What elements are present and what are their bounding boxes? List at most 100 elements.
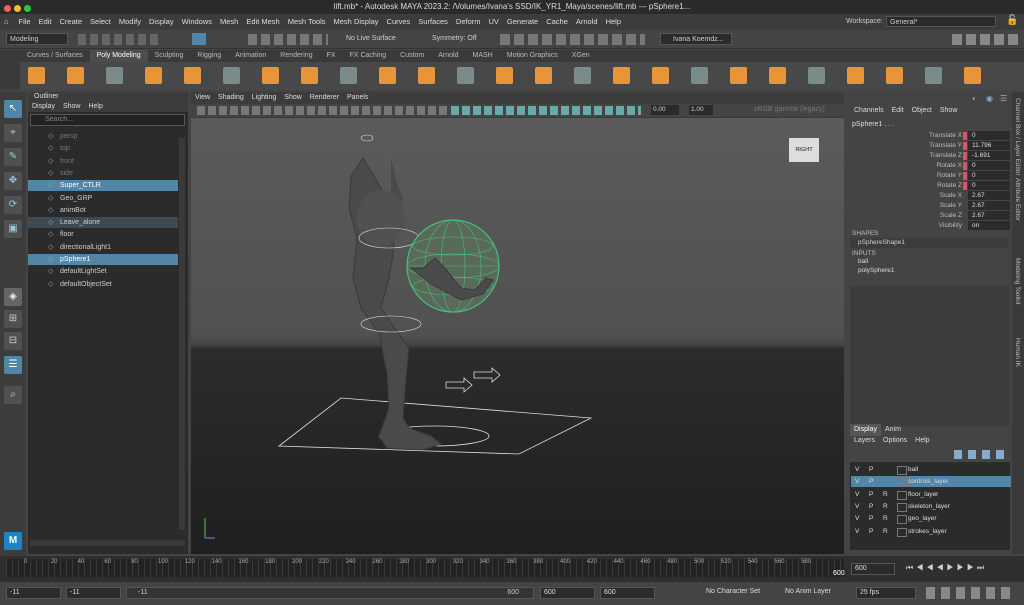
planar-map-icon[interactable] — [964, 67, 981, 84]
shelf-tab-rigging[interactable]: Rigging — [190, 50, 228, 62]
menu-windows[interactable]: Windows — [178, 14, 216, 30]
outliner-item[interactable]: ◇ top — [28, 143, 178, 154]
menuset-dropdown[interactable]: Modeling — [6, 33, 68, 45]
viewport-menu-panels[interactable]: Panels — [343, 92, 372, 104]
outliner-search-input[interactable]: Search... — [30, 114, 185, 126]
lasso-tool-icon[interactable]: ⌖ — [4, 124, 22, 142]
sphere-icon[interactable] — [28, 67, 45, 84]
scene-start-field[interactable]: -11 — [6, 587, 61, 599]
outliner-item[interactable]: ◇ side — [28, 168, 178, 179]
shelf-tab-motion-graphics[interactable]: Motion Graphics — [500, 50, 565, 62]
move-tool-icon[interactable]: ✥ — [4, 172, 22, 190]
two-view-layout-icon[interactable]: ⊟ — [4, 332, 22, 350]
outliner-item[interactable]: ◇ directionalLight1 — [28, 242, 178, 253]
channel-attribute-value[interactable]: 0 — [968, 181, 1010, 190]
maya-logo-icon[interactable]: M — [4, 532, 22, 550]
viewport-3d[interactable]: RIGHT — [191, 118, 844, 554]
layer-r-toggle[interactable]: R — [883, 501, 888, 512]
viewport-menu-shading[interactable]: Shading — [214, 92, 248, 104]
workspace-dropdown[interactable]: General* — [886, 16, 996, 27]
layer-color-swatch[interactable] — [897, 478, 907, 488]
file-tools-icons[interactable] — [78, 34, 158, 45]
side-tab[interactable]: Modeling Toolkit — [1014, 258, 1021, 305]
side-tab[interactable]: Channel Box / Layer Editor — [1014, 98, 1021, 176]
user-account-dropdown[interactable]: Ivana Koemdz... — [660, 33, 732, 45]
fps-dropdown[interactable]: 25 fps — [856, 587, 916, 599]
layer-p-toggle[interactable]: P — [869, 513, 873, 524]
layer-p-toggle[interactable]: P — [869, 476, 873, 487]
sphere-type-icon[interactable] — [379, 67, 396, 84]
layer-v-toggle[interactable]: V — [855, 526, 859, 537]
shelf-tab-xgen[interactable]: XGen — [565, 50, 597, 62]
shelf-tab-animation[interactable]: Animation — [228, 50, 273, 62]
shelf-tab-curves-surfaces[interactable]: Curves / Surfaces — [20, 50, 90, 62]
channel-attribute-value[interactable]: 2.67 — [968, 191, 1010, 200]
live-surface-field[interactable]: No Live Surface — [346, 33, 396, 45]
layer-r-toggle[interactable]: R — [883, 513, 888, 524]
outliner-item[interactable]: ◇ floor — [28, 229, 178, 240]
shelf-tab-poly-modeling[interactable]: Poly Modeling — [89, 50, 148, 62]
channel-attribute-value[interactable]: -1.691 — [968, 151, 1010, 160]
outliner-scrollbar[interactable] — [179, 138, 185, 530]
outliner-item[interactable]: ◇ defaultLightSet — [28, 266, 178, 277]
range-slider[interactable]: -11 600 — [126, 587, 534, 599]
paint-select-icon[interactable]: ✎ — [4, 148, 22, 166]
single-view-layout-icon[interactable]: ◈ — [4, 288, 22, 306]
shelf-tab-arnold[interactable]: Arnold — [431, 50, 465, 62]
menu-cache[interactable]: Cache — [542, 14, 572, 30]
colorspace-label[interactable]: sRGB gamma (legacy) — [754, 104, 825, 116]
cube-icon[interactable] — [67, 67, 84, 84]
snap-icons[interactable] — [248, 34, 328, 45]
search-icon[interactable]: ⌕ — [4, 386, 22, 404]
outliner-item[interactable]: ◇ persp — [28, 131, 178, 142]
mirror-icon[interactable] — [847, 67, 864, 84]
platonic-icon[interactable] — [301, 67, 318, 84]
outliner-menu-show[interactable]: Show — [59, 102, 85, 112]
channel-attribute-row[interactable]: Scale X 2.67 — [846, 191, 1012, 201]
layer-row[interactable]: V P Rgeo_layer — [851, 513, 1011, 525]
channel-box-menu-channels[interactable]: Channels — [850, 106, 888, 116]
layer-menu-layers[interactable]: Layers — [850, 436, 879, 446]
outliner-item[interactable]: ◇ front — [28, 156, 178, 167]
menu-mesh-display[interactable]: Mesh Display — [330, 14, 383, 30]
layer-menu-help[interactable]: Help — [911, 436, 933, 446]
time-slider[interactable]: 600 600 ⏮◀◀◀▶▶▶⏭ 0 20 40 60 80 100 120 140 160 18… — [0, 556, 1024, 582]
menu-generate[interactable]: Generate — [503, 14, 542, 30]
layer-row[interactable]: V Pcontrols_layer — [851, 476, 1011, 488]
anim-start-field[interactable]: -11 — [66, 587, 121, 599]
layer-p-toggle[interactable]: P — [869, 489, 873, 500]
text-icon[interactable] — [418, 67, 435, 84]
layer-color-swatch[interactable] — [897, 490, 907, 500]
layer-color-swatch[interactable] — [897, 502, 907, 512]
smooth-icon[interactable] — [574, 67, 591, 84]
shelf-tab-sculpting[interactable]: Sculpting — [148, 50, 191, 62]
extrude-icon[interactable] — [691, 67, 708, 84]
layer-create-icons[interactable] — [954, 450, 1008, 459]
separate-icon[interactable] — [535, 67, 552, 84]
layer-r-toggle[interactable]: R — [883, 489, 888, 500]
channel-attribute-value[interactable]: 2.67 — [968, 211, 1010, 220]
shelf-tab-rendering[interactable]: Rendering — [273, 50, 319, 62]
outliner-menu-display[interactable]: Display — [28, 102, 59, 112]
menu-modify[interactable]: Modify — [115, 14, 145, 30]
channel-attribute-value[interactable]: 0 — [968, 171, 1010, 180]
layer-row[interactable]: V P Rfloor_layer — [851, 489, 1011, 500]
channel-attribute-value[interactable]: 11.796 — [968, 141, 1010, 150]
viewport-menu-lighting[interactable]: Lighting — [248, 92, 281, 104]
target-weld-icon[interactable] — [808, 67, 825, 84]
scale-tool-icon[interactable]: ▣ — [4, 220, 22, 238]
channel-attribute-row[interactable]: Rotate Z 0 — [846, 181, 1012, 191]
minimize-window-button[interactable] — [14, 5, 21, 12]
close-window-button[interactable] — [4, 5, 11, 12]
outliner-item[interactable]: ◇ Super_CTLR — [28, 180, 178, 192]
outliner-item[interactable]: ◇ animBot — [28, 205, 178, 216]
channel-attribute-row[interactable]: Translate X 0 — [846, 131, 1012, 141]
current-frame-field[interactable]: 600 — [851, 563, 895, 575]
plane-icon[interactable] — [223, 67, 240, 84]
super-shape-icon[interactable] — [340, 67, 357, 84]
channel-attribute-value[interactable]: 0 — [968, 161, 1010, 170]
layer-r-toggle[interactable]: R — [883, 526, 888, 537]
symmetry-dropdown[interactable]: Symmetry: Off — [432, 33, 477, 45]
shape-item[interactable]: pSphereShape1 — [850, 238, 1008, 248]
outliner-item[interactable]: ◇ pSphere1 — [28, 254, 178, 265]
